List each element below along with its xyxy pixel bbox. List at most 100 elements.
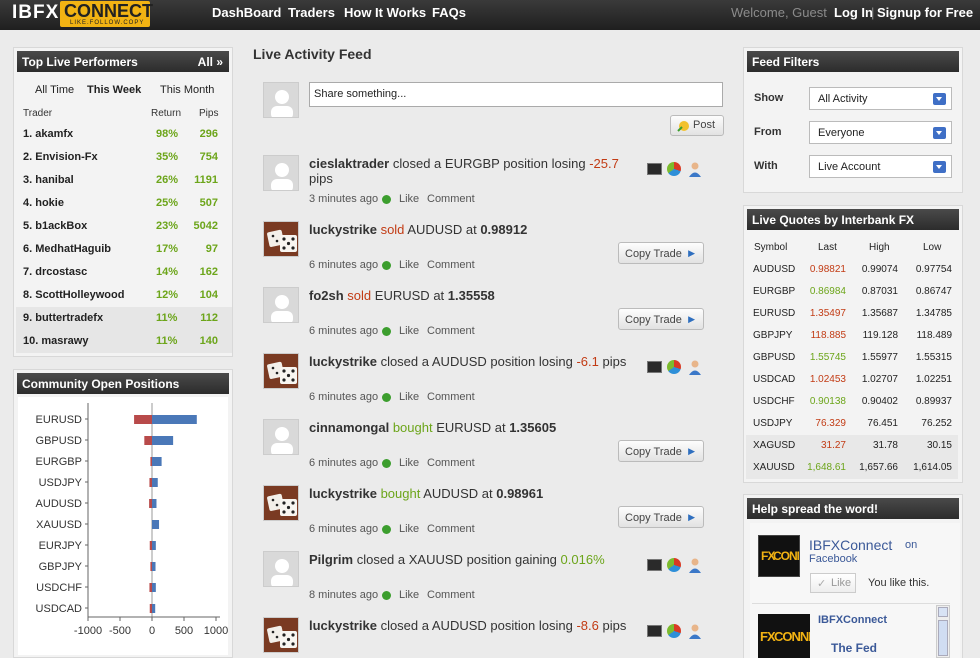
like-link[interactable]: Like <box>399 193 419 205</box>
comment-link[interactable]: Comment <box>427 325 475 337</box>
performer-row[interactable]: 5. b1ackBox 23% 5042 <box>16 215 232 238</box>
feed-user-link[interactable]: luckystrike <box>309 222 377 237</box>
like-link[interactable]: Like <box>399 391 419 403</box>
trader-avatar[interactable] <box>263 287 299 323</box>
like-link[interactable]: Like <box>399 457 419 469</box>
performer-return: 14% <box>156 266 179 278</box>
nav-faqs[interactable]: FAQs <box>432 5 466 20</box>
login-link[interactable]: Log In <box>834 5 873 20</box>
nav-how-it-works[interactable]: How It Works <box>344 5 426 20</box>
performer-row[interactable]: 2. Envision-Fx 35% 754 <box>16 146 232 169</box>
dice-avatar-icon <box>264 222 298 256</box>
person-icon[interactable] <box>687 623 703 639</box>
feed-action: closed a <box>380 618 429 633</box>
quote-high: 119.128 <box>862 330 898 341</box>
my-avatar <box>263 82 299 118</box>
pie-chart-icon[interactable] <box>667 360 681 374</box>
feed-user-link[interactable]: luckystrike <box>309 354 377 369</box>
performer-pips: 162 <box>199 266 218 278</box>
feed-user-link[interactable]: fo2sh <box>309 288 344 303</box>
feed-user-link[interactable]: cieslaktrader <box>309 156 389 171</box>
like-link[interactable]: Like <box>399 259 419 271</box>
comment-link[interactable]: Comment <box>427 457 475 469</box>
copy-trade-button[interactable]: Copy Trade ▶ <box>618 440 704 462</box>
tab-this-month[interactable]: This Month <box>160 84 214 96</box>
facebook-page-logo[interactable]: FXCONN <box>758 535 800 577</box>
nav-traders[interactable]: Traders <box>288 5 335 20</box>
feed-item-text: luckystrike closed a AUDUSD position los… <box>309 354 639 369</box>
post-button[interactable]: Post <box>670 115 724 136</box>
chart-icon[interactable] <box>647 163 662 175</box>
facebook-scrollbar[interactable] <box>936 605 950 658</box>
trader-avatar[interactable] <box>263 617 299 653</box>
all-performers-link[interactable]: All » <box>198 55 223 69</box>
pie-chart-icon[interactable] <box>667 558 681 572</box>
performer-row[interactable]: 9. buttertradefx 11% 112 <box>16 307 232 330</box>
performer-row[interactable]: 6. MedhatHaguib 17% 97 <box>16 238 232 261</box>
trader-avatar[interactable] <box>263 485 299 521</box>
trader-avatar[interactable] <box>263 353 299 389</box>
performer-row[interactable]: 8. ScottHolleywood 12% 104 <box>16 284 232 307</box>
show-select-value: All Activity <box>818 93 868 105</box>
performer-row[interactable]: 4. hokie 25% 507 <box>16 192 232 215</box>
feed-filters-header: Feed Filters <box>747 51 959 72</box>
like-link[interactable]: Like <box>399 523 419 535</box>
share-input[interactable]: Share something... <box>309 82 723 107</box>
facebook-post-headline[interactable]: The Fed <box>831 641 877 655</box>
with-select[interactable]: Live Account <box>809 155 952 178</box>
performer-row[interactable]: 3. hanibal 26% 1191 <box>16 169 232 192</box>
chart-icon[interactable] <box>647 559 662 571</box>
copy-trade-button[interactable]: Copy Trade ▶ <box>618 506 704 528</box>
comment-link[interactable]: Comment <box>427 259 475 271</box>
facebook-site-link[interactable]: Facebook <box>809 553 857 565</box>
x-tick-label: 500 <box>175 625 193 637</box>
feed-user-link[interactable]: cinnamongal <box>309 420 389 435</box>
comment-link[interactable]: Comment <box>427 589 475 601</box>
copy-trade-button[interactable]: Copy Trade ▶ <box>618 242 704 264</box>
feed-user-link[interactable]: luckystrike <box>309 618 377 633</box>
copy-trade-button[interactable]: Copy Trade ▶ <box>618 308 704 330</box>
performer-row[interactable]: 1. akamfx 98% 296 <box>16 123 232 146</box>
nav-dashboard[interactable]: DashBoard <box>212 5 281 20</box>
trader-avatar[interactable] <box>263 419 299 455</box>
person-icon[interactable] <box>687 359 703 375</box>
quote-last: 0.90138 <box>809 396 846 407</box>
chart-icon[interactable] <box>647 625 662 637</box>
comment-link[interactable]: Comment <box>427 193 475 205</box>
scroll-up-icon[interactable] <box>938 607 948 617</box>
pie-chart-icon[interactable] <box>667 624 681 638</box>
tab-this-week[interactable]: This Week <box>87 84 141 96</box>
feed-action: sold <box>380 222 405 237</box>
show-select[interactable]: All Activity <box>809 87 952 110</box>
facebook-page-link[interactable]: IBFXConnect <box>809 537 892 553</box>
feed-user-link[interactable]: luckystrike <box>309 486 377 501</box>
performer-pips: 1191 <box>194 174 218 186</box>
category-label: USDCHF <box>36 582 82 594</box>
facebook-post-user[interactable]: IBFXConnect <box>818 614 887 626</box>
person-icon[interactable] <box>687 161 703 177</box>
chart-icon[interactable] <box>647 361 662 373</box>
signup-link[interactable]: Signup for Free <box>877 5 973 20</box>
positions-chart-area: EURUSD GBPUSD EURGBP USDJPY AUDUSD XAUUSD EURJ… <box>18 397 228 655</box>
trader-avatar[interactable] <box>263 155 299 191</box>
comment-link[interactable]: Comment <box>427 523 475 535</box>
quote-high: 31.78 <box>872 440 898 451</box>
trader-avatar[interactable] <box>263 551 299 587</box>
position-bar <box>152 541 156 550</box>
performer-row[interactable]: 7. drcostasc 14% 162 <box>16 261 232 284</box>
like-link[interactable]: Like <box>399 589 419 601</box>
like-link[interactable]: Like <box>399 325 419 337</box>
copy-trade-label: Copy Trade <box>625 248 682 260</box>
tab-all-time[interactable]: All Time <box>35 84 74 96</box>
scroll-thumb[interactable] <box>938 620 948 656</box>
facebook-like-button[interactable]: ✓ Like <box>810 573 856 593</box>
trader-avatar[interactable] <box>263 221 299 257</box>
feed-unit: pips <box>309 171 333 186</box>
feed-user-link[interactable]: Pilgrim <box>309 552 353 567</box>
comment-link[interactable]: Comment <box>427 391 475 403</box>
pie-chart-icon[interactable] <box>667 162 681 176</box>
from-select[interactable]: Everyone <box>809 121 952 144</box>
performer-row[interactable]: 10. masrawy 11% 140 <box>16 330 232 353</box>
position-bar <box>152 478 158 487</box>
person-icon[interactable] <box>687 557 703 573</box>
